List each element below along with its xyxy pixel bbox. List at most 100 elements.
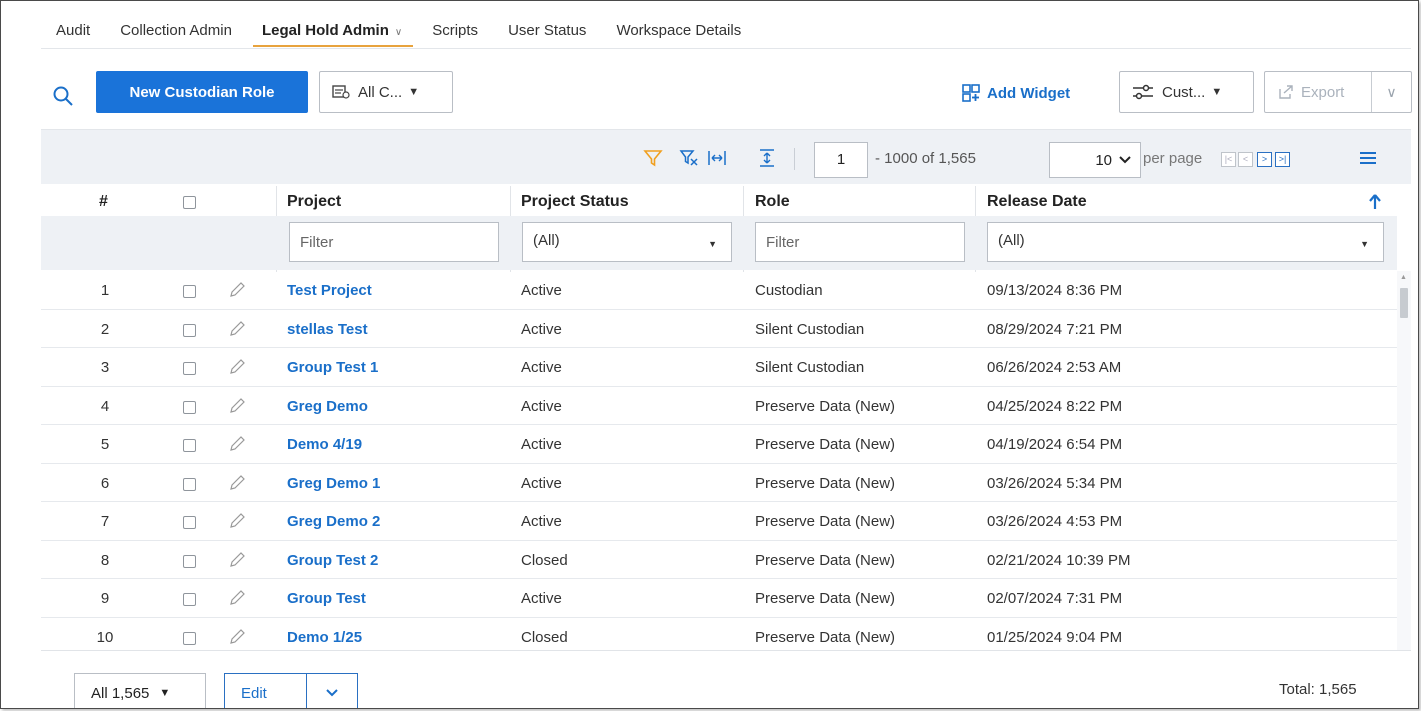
pencil-icon[interactable] [227,550,247,570]
caret-down-icon: ▼ [1360,239,1369,249]
tab-user-status[interactable]: User Status [493,13,601,49]
search-icon[interactable] [51,84,75,108]
edit-button[interactable]: Edit [224,673,358,708]
customize-button[interactable]: Cust... ▼ [1119,71,1254,113]
row-checkbox[interactable] [183,631,196,645]
pencil-icon[interactable] [227,588,247,608]
new-custodian-role-button[interactable]: New Custodian Role [96,71,308,113]
table-row[interactable]: 1 Test Project Active Custodian 09/13/20… [41,271,1397,310]
caret-down-icon: ▼ [1211,86,1223,98]
row-checkbox[interactable] [183,285,196,298]
project-link[interactable]: Group Test 2 [287,552,378,569]
table-row[interactable]: 3 Group Test 1 Active Silent Custodian 0… [41,348,1397,387]
project-link[interactable]: Greg Demo 2 [287,513,380,530]
project-link[interactable]: Group Test 1 [287,359,378,376]
page-range-text: - 1000 of 1,565 [875,150,976,167]
column-header-release-date[interactable]: Release Date [987,193,1087,211]
project-link[interactable]: Group Test [287,590,366,607]
scroll-up-arrow-icon[interactable]: ▲ [1400,274,1407,281]
row-number: 6 [100,474,110,492]
table-row[interactable]: 2 stellas Test Active Silent Custodian 0… [41,310,1397,348]
clear-filter-icon[interactable] [679,148,699,168]
pencil-icon[interactable] [227,280,247,300]
project-link[interactable]: Demo 1/25 [287,629,362,646]
pencil-icon[interactable] [227,434,247,454]
edit-main[interactable]: Edit [225,674,307,708]
tab-collection-admin[interactable]: Collection Admin [105,13,247,49]
first-page-button[interactable]: |< [1221,152,1236,167]
toolbar-divider [794,148,795,170]
table-row[interactable]: 9 Group Test Active Preserve Data (New) … [41,579,1397,618]
tab-label: Legal Hold Admin [261,22,389,39]
vertical-scrollbar[interactable]: ▲ ▼ [1397,271,1411,656]
project-link[interactable]: Demo 4/19 [287,436,362,453]
table-row[interactable]: 8 Group Test 2 Closed Preserve Data (New… [41,541,1397,579]
row-checkbox[interactable] [183,593,196,606]
sort-ascending-icon[interactable] [1368,193,1382,211]
pencil-icon[interactable] [227,396,247,416]
table-row[interactable]: 6 Greg Demo 1 Active Preserve Data (New)… [41,464,1397,502]
pencil-icon[interactable] [227,627,247,647]
release-date-cell: 02/07/2024 7:31 PM [987,590,1123,607]
column-header-project-status[interactable]: Project Status [521,193,629,211]
row-number: 4 [100,397,110,415]
project-link[interactable]: Test Project [287,282,372,299]
total-count: Total: 1,565 [1279,681,1357,698]
release-date-cell: 04/19/2024 6:54 PM [987,436,1123,453]
column-header-role[interactable]: Role [755,193,790,211]
role-cell: Preserve Data (New) [755,628,896,646]
project-link[interactable]: Greg Demo 1 [287,475,380,492]
tab-scripts[interactable]: Scripts [417,13,493,49]
last-page-button[interactable]: >| [1275,152,1290,167]
select-all-checkbox[interactable] [183,196,196,209]
pencil-icon[interactable] [227,357,247,377]
role-filter-input[interactable] [755,222,965,262]
pencil-icon[interactable] [227,319,247,339]
row-checkbox[interactable] [183,400,196,414]
column-header-project[interactable]: Project [287,193,341,211]
project-status-cell: Active [521,359,562,376]
hamburger-menu-icon[interactable] [1359,150,1377,166]
row-checkbox[interactable] [183,362,196,375]
project-link[interactable]: Greg Demo [287,398,368,415]
prev-page-button[interactable]: < [1238,152,1253,167]
row-height-icon[interactable] [757,148,777,168]
fit-columns-icon[interactable] [707,148,727,168]
page-number-input[interactable]: 1 [814,142,868,178]
release-date-cell: 03/26/2024 5:34 PM [987,474,1123,492]
per-page-select[interactable]: 10 [1049,142,1141,178]
tab-legal-hold-admin[interactable]: Legal Hold Admin ∨ [247,13,417,49]
row-checkbox[interactable] [183,516,196,529]
row-number: 1 [100,282,110,299]
next-page-button[interactable]: > [1257,152,1272,167]
project-status-filter-select[interactable]: (All) ▼ [522,222,732,262]
table-row[interactable]: 7 Greg Demo 2 Active Preserve Data (New)… [41,502,1397,541]
project-link[interactable]: stellas Test [287,321,368,338]
table-row[interactable]: 5 Demo 4/19 Active Preserve Data (New) 0… [41,425,1397,464]
release-date-filter-select[interactable]: (All) ▼ [987,222,1384,262]
edit-dropdown-toggle[interactable] [307,686,357,701]
tab-workspace-details[interactable]: Workspace Details [601,13,756,49]
pencil-icon[interactable] [227,511,247,531]
filter-icon[interactable] [643,148,663,168]
chevron-down-icon[interactable]: ∨ [395,15,402,51]
export-label: Export [1301,83,1345,101]
add-widget-link[interactable]: Add Widget [961,83,1070,103]
scrollbar-thumb[interactable] [1400,288,1408,318]
row-checkbox[interactable] [183,323,196,337]
tab-audit[interactable]: Audit [41,13,105,49]
export-button[interactable]: Export ∨ [1264,71,1412,113]
table-row[interactable]: 4 Greg Demo Active Preserve Data (New) 0… [41,387,1397,425]
release-date-cell: 09/13/2024 8:36 PM [987,282,1123,299]
row-checkbox[interactable] [183,439,196,452]
project-filter-input[interactable] [289,222,499,262]
export-main[interactable]: Export [1265,72,1372,112]
select-scope-dropdown[interactable]: All 1,565 ▼ [74,673,206,708]
view-selector[interactable]: All C... ▼ [319,71,453,113]
pencil-icon[interactable] [227,473,247,493]
column-header-row: # Project Project Status Role Release Da… [41,188,1411,216]
export-dropdown-toggle[interactable]: ∨ [1372,84,1411,101]
row-checkbox[interactable] [183,477,196,491]
row-checkbox[interactable] [183,554,196,568]
release-date-cell: 08/29/2024 7:21 PM [987,320,1123,338]
